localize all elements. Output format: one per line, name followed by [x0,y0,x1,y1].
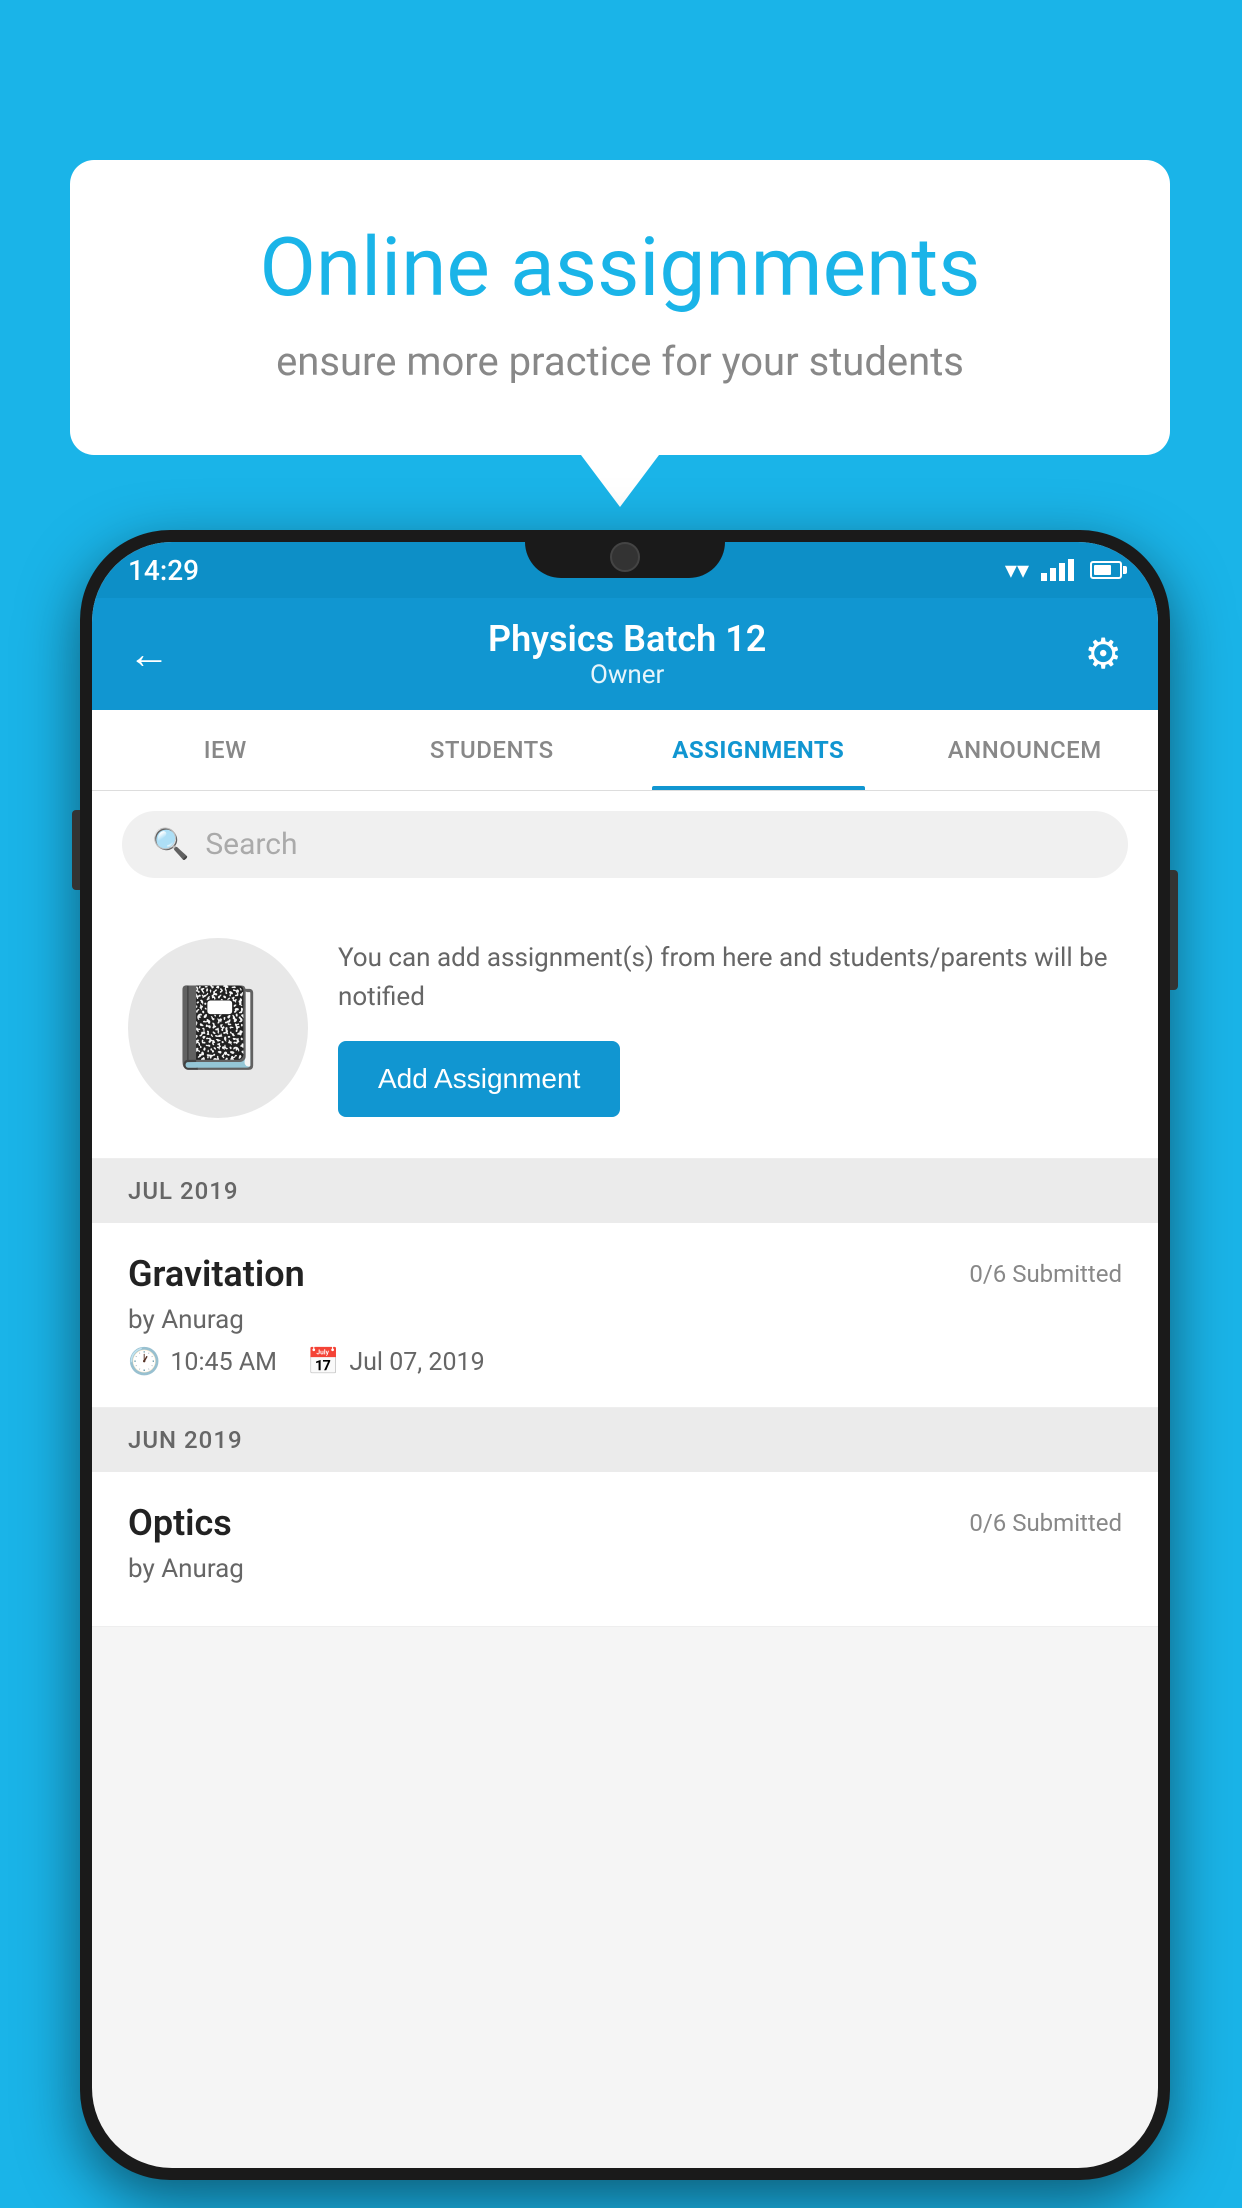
wifi-icon: ▾▾ [1005,556,1029,584]
month-label-jul: JUL 2019 [128,1177,239,1205]
date-value: Jul 07, 2019 [349,1348,484,1377]
speech-bubble-container: Online assignments ensure more practice … [70,160,1170,455]
signal-icon [1041,559,1074,581]
batch-subtitle: Owner [170,660,1084,690]
tabs-bar: IEW STUDENTS ASSIGNMENTS ANNOUNCEM [92,710,1158,791]
bubble-subtitle: ensure more practice for your students [150,338,1090,385]
assignment-submitted-optics: 0/6 Submitted [969,1509,1122,1537]
phone-button-right [1170,870,1178,990]
tab-announcements[interactable]: ANNOUNCEM [892,710,1159,790]
status-icons: ▾▾ [1005,556,1122,584]
app-header: ← Physics Batch 12 Owner ⚙ [92,598,1158,710]
assignment-date: 📅 Jul 07, 2019 [307,1347,485,1377]
tab-students[interactable]: STUDENTS [359,710,626,790]
header-title-block: Physics Batch 12 Owner [170,618,1084,690]
clock-icon: 🕐 [128,1347,160,1377]
assignment-meta: 🕐 10:45 AM 📅 Jul 07, 2019 [128,1347,1122,1377]
month-header-jun: JUN 2019 [92,1408,1158,1472]
assignment-submitted: 0/6 Submitted [969,1260,1122,1288]
calendar-icon: 📅 [307,1347,339,1377]
phone-outer: 14:29 ▾▾ [80,530,1170,2180]
notebook-icon: 📓 [168,981,268,1075]
assignment-row1-optics: Optics 0/6 Submitted [128,1502,1122,1544]
phone-container: 14:29 ▾▾ [80,530,1170,2180]
phone-camera [610,542,640,572]
search-input-wrapper[interactable]: 🔍 Search [122,811,1128,878]
assignment-row1: Gravitation 0/6 Submitted [128,1253,1122,1295]
bubble-title: Online assignments [150,220,1090,316]
phone-notch [525,530,725,578]
batch-title: Physics Batch 12 [170,618,1084,660]
battery-icon [1090,561,1122,579]
assignment-by-optics: by Anurag [128,1554,1122,1584]
tab-iew[interactable]: IEW [92,710,359,790]
search-icon: 🔍 [152,827,189,862]
add-assignment-button[interactable]: Add Assignment [338,1041,620,1117]
phone-button-left [72,810,80,890]
tab-assignments[interactable]: ASSIGNMENTS [625,710,892,790]
status-time: 14:29 [128,554,199,587]
search-input[interactable]: Search [205,827,297,862]
speech-bubble: Online assignments ensure more practice … [70,160,1170,455]
assignment-name-optics: Optics [128,1502,232,1544]
promo-section: 📓 You can add assignment(s) from here an… [92,898,1158,1159]
assignment-item-optics[interactable]: Optics 0/6 Submitted by Anurag [92,1472,1158,1627]
time-value: 10:45 AM [170,1348,277,1377]
assignment-by: by Anurag [128,1305,1122,1335]
assignment-icon-circle: 📓 [128,938,308,1118]
assignment-time: 🕐 10:45 AM [128,1347,277,1377]
assignment-name: Gravitation [128,1253,305,1295]
promo-text-block: You can add assignment(s) from here and … [338,939,1122,1117]
promo-description: You can add assignment(s) from here and … [338,939,1122,1017]
month-label-jun: JUN 2019 [128,1426,243,1454]
search-container: 🔍 Search [92,791,1158,898]
phone-screen: 14:29 ▾▾ [92,542,1158,2168]
month-header-jul: JUL 2019 [92,1159,1158,1223]
assignment-item-gravitation[interactable]: Gravitation 0/6 Submitted by Anurag 🕐 10… [92,1223,1158,1408]
back-button[interactable]: ← [128,630,170,679]
settings-icon[interactable]: ⚙ [1084,629,1122,679]
